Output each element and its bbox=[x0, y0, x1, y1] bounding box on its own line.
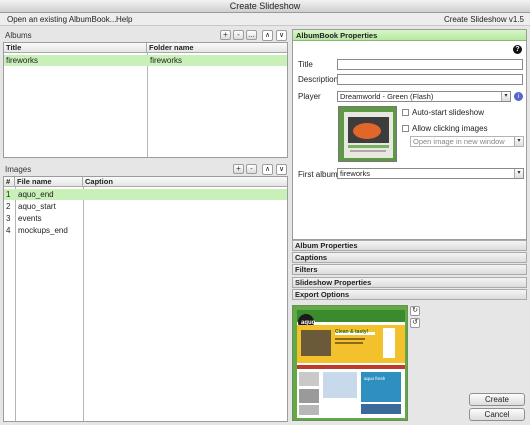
image-row[interactable]: 4 mockups_end bbox=[4, 225, 287, 236]
first-album-value: fireworks bbox=[340, 169, 371, 178]
album-properties-section[interactable]: Album Properties bbox=[292, 240, 527, 251]
create-button[interactable]: Create bbox=[469, 393, 525, 406]
chevron-down-icon: ▾ bbox=[514, 169, 523, 178]
rotate-counterclockwise-icon[interactable]: ↺ bbox=[410, 318, 420, 328]
menu-bar: Open an existing AlbumBook... Help Creat… bbox=[0, 13, 530, 26]
images-table-header: # File name Caption bbox=[4, 177, 287, 187]
album-move-up-button[interactable]: ∧ bbox=[262, 30, 273, 41]
column-divider bbox=[147, 53, 148, 157]
image-caption-cell[interactable] bbox=[84, 189, 284, 200]
title-label: Title bbox=[298, 60, 313, 69]
image-caption-cell[interactable] bbox=[84, 213, 284, 224]
image-row[interactable]: 2 aquo_start bbox=[4, 201, 287, 212]
preview-subheadline-text: aquo fresh bbox=[364, 376, 386, 381]
albumbook-properties-panel: AlbumBook Properties ? Title Description… bbox=[292, 29, 527, 240]
image-filename-cell: events bbox=[18, 214, 42, 223]
slideshow-preview: aquo Clean & tasty! aquo fresh bbox=[292, 305, 408, 421]
help-icon[interactable]: ? bbox=[513, 45, 522, 54]
first-album-select[interactable]: fireworks ▾ bbox=[337, 168, 524, 179]
description-label: Description bbox=[298, 75, 339, 84]
autostart-label: Auto-start slideshow bbox=[412, 108, 485, 117]
images-table: # File name Caption 1 aquo_end 2 aquo_st… bbox=[3, 176, 288, 422]
version-label: Create Slideshow v1.5 bbox=[443, 15, 524, 24]
image-number-cell: 3 bbox=[6, 214, 11, 223]
remove-album-button[interactable]: - bbox=[233, 30, 244, 40]
cancel-button[interactable]: Cancel bbox=[469, 408, 525, 421]
image-row[interactable]: 1 aquo_end bbox=[4, 189, 287, 200]
image-move-down-button[interactable]: ∨ bbox=[276, 164, 287, 175]
images-col-filename[interactable]: File name bbox=[15, 177, 83, 187]
album-title-cell: fireworks bbox=[6, 56, 39, 65]
albums-table: Title Folder name fireworks fireworks bbox=[3, 42, 288, 158]
allow-clicking-label: Allow clicking images bbox=[412, 124, 488, 133]
images-label: Images bbox=[5, 165, 32, 174]
image-row[interactable]: 3 events bbox=[4, 213, 287, 224]
player-select[interactable]: Dreamworld - Green (Flash) ▾ bbox=[337, 91, 511, 102]
info-icon[interactable]: i bbox=[514, 92, 523, 101]
window-title: Create Slideshow bbox=[0, 0, 530, 13]
click-action-value: Open image in new window bbox=[413, 137, 505, 146]
chevron-down-icon: ▾ bbox=[501, 92, 510, 101]
click-action-select[interactable]: Open image in new window ▾ bbox=[410, 136, 524, 147]
add-image-button[interactable]: + bbox=[233, 164, 244, 174]
filters-section[interactable]: Filters bbox=[292, 264, 527, 275]
allow-clicking-checkbox[interactable] bbox=[402, 125, 409, 132]
add-album-button[interactable]: + bbox=[220, 30, 231, 40]
export-options-section[interactable]: Export Options bbox=[292, 289, 527, 300]
albums-label: Albums bbox=[5, 31, 32, 40]
albumbook-properties-header[interactable]: AlbumBook Properties bbox=[293, 30, 526, 41]
image-filename-cell: aquo_start bbox=[18, 202, 56, 211]
image-caption-cell[interactable] bbox=[84, 201, 284, 212]
player-label: Player bbox=[298, 92, 321, 101]
title-field[interactable] bbox=[337, 59, 523, 70]
image-number-cell: 2 bbox=[6, 202, 11, 211]
help-menu[interactable]: Help bbox=[116, 13, 132, 26]
images-col-number[interactable]: # bbox=[4, 177, 15, 187]
autostart-checkbox[interactable] bbox=[402, 109, 409, 116]
rotate-clockwise-icon[interactable]: ↻ bbox=[410, 306, 420, 316]
image-move-up-button[interactable]: ∧ bbox=[262, 164, 273, 175]
image-number-cell: 1 bbox=[6, 190, 11, 199]
images-col-caption[interactable]: Caption bbox=[83, 177, 287, 187]
remove-image-button[interactable]: - bbox=[246, 164, 257, 174]
image-number-cell: 4 bbox=[6, 226, 11, 235]
open-albumbook-menu[interactable]: Open an existing AlbumBook... bbox=[7, 13, 116, 26]
captions-section[interactable]: Captions bbox=[292, 252, 527, 263]
albums-table-header: Title Folder name bbox=[4, 43, 287, 53]
album-move-down-button[interactable]: ∨ bbox=[276, 30, 287, 41]
chevron-down-icon: ▾ bbox=[514, 137, 523, 146]
description-field[interactable] bbox=[337, 74, 523, 85]
first-album-label: First album bbox=[298, 170, 338, 179]
album-options-button[interactable]: ... bbox=[246, 30, 257, 40]
album-folder-cell: fireworks bbox=[150, 56, 183, 65]
player-preview-graphic bbox=[339, 107, 396, 161]
player-select-value: Dreamworld - Green (Flash) bbox=[340, 92, 434, 101]
slideshow-properties-section[interactable]: Slideshow Properties bbox=[292, 277, 527, 288]
preview-headline-text: Clean & tasty! bbox=[335, 329, 369, 335]
albums-col-folder[interactable]: Folder name bbox=[147, 43, 287, 53]
image-filename-cell: mockups_end bbox=[18, 226, 68, 235]
albums-col-title[interactable]: Title bbox=[4, 43, 147, 53]
album-row[interactable]: fireworks fireworks bbox=[4, 55, 287, 66]
image-filename-cell: aquo_end bbox=[18, 190, 54, 199]
preview-graphic: aquo Clean & tasty! aquo fresh bbox=[293, 306, 407, 420]
image-caption-cell[interactable] bbox=[84, 225, 284, 236]
player-preview-thumbnail bbox=[338, 106, 397, 162]
